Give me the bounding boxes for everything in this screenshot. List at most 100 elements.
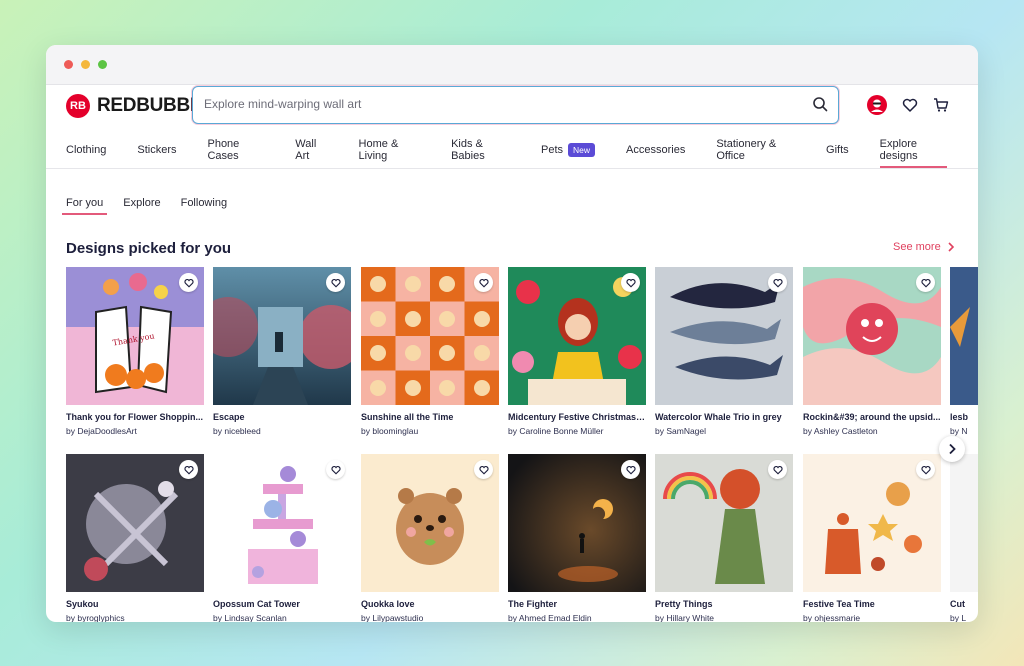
card-artist[interactable]: by N [950,426,978,436]
design-card[interactable]: Festive Tea Time by ohjessmarie [803,454,941,622]
card-artist[interactable]: by byroglyphics [66,613,204,622]
design-thumbnail[interactable] [66,454,204,592]
card-title[interactable]: Escape [213,412,351,422]
tab-for-you[interactable]: For you [61,197,108,215]
design-card[interactable]: Syukou by byroglyphics [66,454,204,622]
design-thumbnail[interactable] [950,454,978,592]
close-dot[interactable] [64,60,73,69]
cart-icon[interactable] [930,94,952,116]
nav-label: Kids & Babies [451,137,485,162]
nav-stickers[interactable]: Stickers [137,131,176,169]
card-title[interactable]: The Fighter [508,599,646,609]
card-title[interactable]: Watercolor Whale Trio in grey [655,412,793,422]
search-input[interactable] [193,87,793,121]
card-title[interactable]: Sunshine all the Time [361,412,499,422]
design-thumbnail[interactable]: Thank you [66,267,204,405]
favorite-button[interactable] [326,273,345,292]
section-title: Designs picked for you [66,240,232,257]
design-card[interactable]: Quokka love by Lilypawstudio [361,454,499,622]
design-thumbnail[interactable] [655,267,793,405]
nav-stationery-office[interactable]: Stationery & Office [716,131,795,169]
design-thumbnail[interactable] [803,267,941,405]
design-thumbnail[interactable] [361,454,499,592]
nav-home-living[interactable]: Home & Living [359,131,421,169]
design-card[interactable]: Cut by L [950,454,978,622]
tab-following[interactable]: Following [181,197,227,215]
heart-icon[interactable] [899,94,921,116]
card-artist[interactable]: by Ahmed Emad Eldin [508,613,646,622]
design-thumbnail[interactable] [803,454,941,592]
minimize-dot[interactable] [81,60,90,69]
favorite-button[interactable] [621,460,640,479]
card-artist[interactable]: by Caroline Bonne Müller [508,426,646,436]
favorite-button[interactable] [474,273,493,292]
chevron-right-icon [949,443,956,455]
maximize-dot[interactable] [98,60,107,69]
card-title[interactable]: lesb [950,412,978,422]
design-card[interactable]: Pretty Things by Hillary White [655,454,793,622]
design-thumbnail[interactable] [950,267,978,405]
card-artist[interactable]: by Ashley Castleton [803,426,941,436]
browser-window: RB REDBUBBLE Explore mind-warping wall a… [46,45,978,622]
design-card[interactable]: Opossum Cat Tower by Lindsay Scanlan [213,454,351,622]
card-artist[interactable]: by nicebleed [213,426,351,436]
card-title[interactable]: Midcentury Festive Christmas ... [508,412,646,422]
design-thumbnail[interactable] [213,267,351,405]
design-thumbnail[interactable] [655,454,793,592]
nav-wall-art[interactable]: Wall Art [295,131,327,169]
design-card[interactable]: Watercolor Whale Trio in grey by SamNage… [655,267,793,436]
design-thumbnail[interactable] [213,454,351,592]
favorite-button[interactable] [179,273,198,292]
nav-gifts[interactable]: Gifts [826,131,849,169]
design-card[interactable]: lesb by N [950,267,978,436]
card-artist[interactable]: by SamNagel [655,426,793,436]
favorite-button[interactable] [768,460,787,479]
favorite-button[interactable] [916,273,935,292]
nav-pets[interactable]: Pets New [541,131,596,169]
card-title[interactable]: Rockin&#39; around the upsid... [803,412,941,422]
card-title[interactable]: Opossum Cat Tower [213,599,351,609]
design-thumbnail[interactable] [508,454,646,592]
favorite-button[interactable] [179,460,198,479]
title-bar [46,45,978,85]
carousel-next-button[interactable] [939,436,965,462]
favorite-button[interactable] [474,460,493,479]
card-title[interactable]: Syukou [66,599,204,609]
search-icon[interactable] [812,96,828,112]
card-title[interactable]: Thank you for Flower Shoppin... [66,412,204,422]
tab-explore[interactable]: Explore [123,197,160,215]
nav-clothing[interactable]: Clothing [66,131,106,169]
favorite-button[interactable] [621,273,640,292]
card-artist[interactable]: by bloominglau [361,426,499,436]
card-artist[interactable]: by Lilypawstudio [361,613,499,622]
design-card[interactable]: Sunshine all the Time by bloominglau [361,267,499,436]
card-artist[interactable]: by Lindsay Scanlan [213,613,351,622]
design-card[interactable]: Thank you Thank you for Flower Shoppin..… [66,267,204,436]
favorite-button[interactable] [326,460,345,479]
nav-explore-designs[interactable]: Explore designs [879,131,948,169]
card-title[interactable]: Pretty Things [655,599,793,609]
nav-phone-cases[interactable]: Phone Cases [207,131,264,169]
card-title[interactable]: Festive Tea Time [803,599,941,609]
card-title[interactable]: Cut [950,599,978,609]
site-header: RB REDBUBBLE [46,85,978,131]
card-artist[interactable]: by ohjessmarie [803,613,941,622]
design-card[interactable]: Escape by nicebleed [213,267,351,436]
avatar-icon[interactable] [866,94,888,116]
nav-accessories[interactable]: Accessories [626,131,685,169]
design-card[interactable]: Rockin&#39; around the upsid... by Ashle… [803,267,941,436]
design-thumbnail[interactable] [508,267,646,405]
new-badge: New [568,142,596,157]
design-card[interactable]: The Fighter by Ahmed Emad Eldin [508,454,646,622]
card-artist[interactable]: by DejaDoodlesArt [66,426,204,436]
card-artist[interactable]: by Hillary White [655,613,793,622]
nav-kids-babies[interactable]: Kids & Babies [451,131,510,169]
nav-label: Phone Cases [207,137,240,162]
design-card[interactable]: Midcentury Festive Christmas ... by Caro… [508,267,646,436]
see-more-link[interactable]: See more [893,241,955,253]
favorite-button[interactable] [768,273,787,292]
card-title[interactable]: Quokka love [361,599,499,609]
favorite-button[interactable] [916,460,935,479]
design-thumbnail[interactable] [361,267,499,405]
card-artist[interactable]: by L [950,613,978,622]
